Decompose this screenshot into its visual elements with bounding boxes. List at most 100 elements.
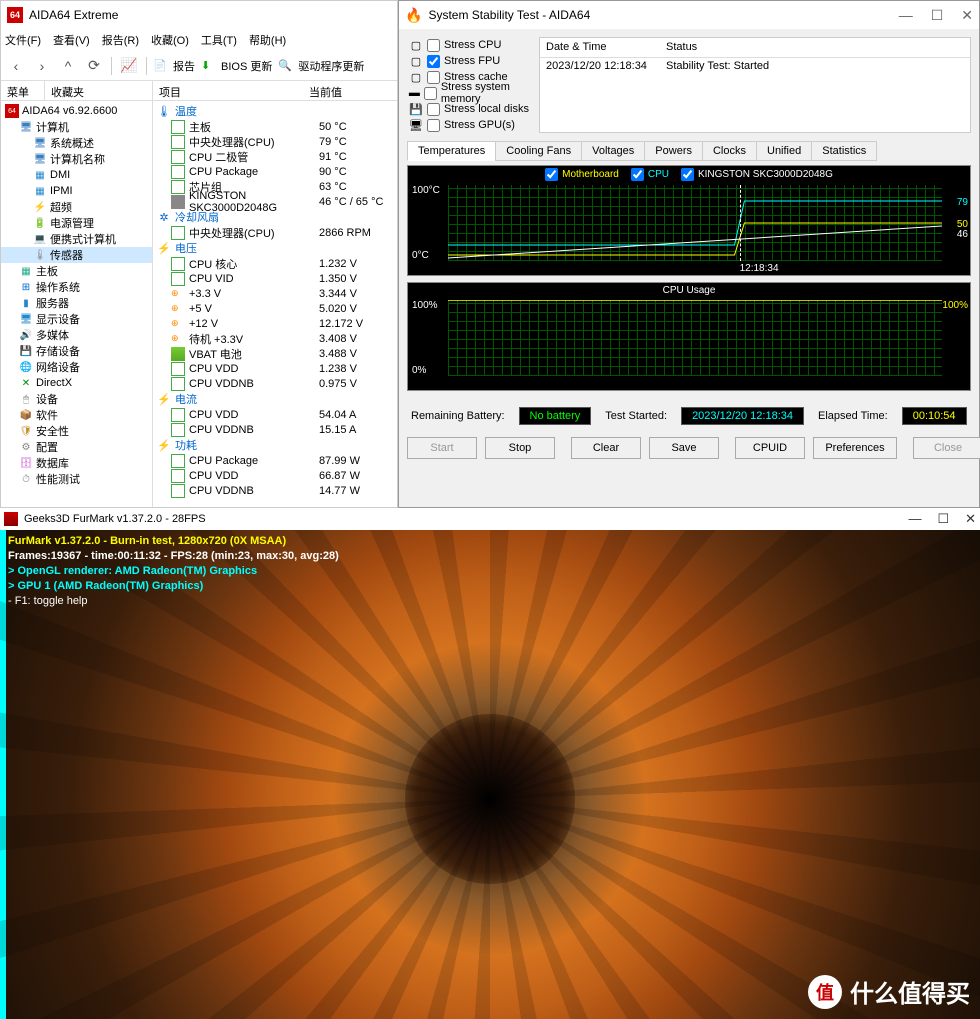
fm-close-button[interactable]: ✕ [965, 511, 976, 527]
tree-net[interactable]: 🌐网络设备 [1, 359, 152, 375]
sensor-row[interactable]: VBAT 电池3.488 V [153, 346, 397, 361]
report-button[interactable]: 报告 [171, 58, 197, 74]
refresh-button[interactable]: ⟳ [83, 55, 105, 77]
sensor-row[interactable]: 中央处理器(CPU)2866 RPM [153, 225, 397, 240]
stress-check-0[interactable]: ▢Stress CPU [407, 37, 533, 53]
tree-computer[interactable]: 🖥计算机 [1, 119, 152, 135]
col-current[interactable]: 当前值 [303, 81, 348, 100]
menu-help[interactable]: 帮助(H) [249, 32, 286, 48]
tree-cfg[interactable]: ⚙配置 [1, 439, 152, 455]
nav-back-button[interactable]: ‹ [5, 55, 27, 77]
sensor-row[interactable]: CPU VDD54.04 A [153, 407, 397, 422]
cpuid-button[interactable]: CPUID [735, 437, 805, 459]
maximize-button[interactable]: ☐ [931, 7, 944, 24]
tree-devices[interactable]: 🖱设备 [1, 391, 152, 407]
stress-checkbox[interactable] [427, 103, 440, 116]
tree-perf[interactable]: ⏱性能测试 [1, 471, 152, 487]
stress-checkbox[interactable] [427, 71, 440, 84]
menu-tools[interactable]: 工具(T) [201, 32, 237, 48]
sidebar-hdr-fav[interactable]: 收藏夹 [45, 81, 90, 100]
tree-power[interactable]: 🔋电源管理 [1, 215, 152, 231]
driver-button[interactable]: 驱动程序更新 [296, 58, 366, 74]
tree-root[interactable]: 64AIDA64 v6.92.6600 [1, 103, 152, 119]
stress-checkbox[interactable] [427, 39, 440, 52]
tab-temperatures[interactable]: Temperatures [407, 141, 496, 161]
tab-fans[interactable]: Cooling Fans [495, 141, 582, 161]
tree-overclock[interactable]: ⚡超频 [1, 199, 152, 215]
tab-voltages[interactable]: Voltages [581, 141, 645, 161]
stress-checkbox[interactable] [424, 87, 437, 100]
tab-statistics[interactable]: Statistics [811, 141, 877, 161]
sst-titlebar[interactable]: 🔥 System Stability Test - AIDA64 — ☐ ✕ [399, 1, 979, 29]
menu-fav[interactable]: 收藏(O) [151, 32, 189, 48]
sensor-row[interactable]: CPU Package87.99 W [153, 453, 397, 468]
sensor-row[interactable]: ⊕待机 +3.3V3.408 V [153, 331, 397, 346]
bios-button[interactable]: BIOS 更新 [219, 58, 274, 74]
fm-maximize-button[interactable]: ☐ [937, 511, 949, 527]
tree-compname[interactable]: 🖥计算机名称 [1, 151, 152, 167]
sensor-row[interactable]: CPU 核心1.232 V [153, 256, 397, 271]
menu-report[interactable]: 报告(R) [102, 32, 139, 48]
close-button[interactable]: ✕ [961, 7, 973, 24]
sidebar-hdr-menu[interactable]: 菜单 [1, 81, 45, 100]
sensor-row[interactable]: ⊕+5 V5.020 V [153, 301, 397, 316]
sensor-row[interactable]: CPU VID1.350 V [153, 271, 397, 286]
preferences-button[interactable]: Preferences [813, 437, 897, 459]
sensor-row[interactable]: CPU VDD66.87 W [153, 468, 397, 483]
stress-check-1[interactable]: ▢Stress FPU [407, 53, 533, 69]
tree-sw[interactable]: 📦软件 [1, 407, 152, 423]
tree-portable[interactable]: 💻便携式计算机 [1, 231, 152, 247]
tree-os[interactable]: ⊞操作系统 [1, 279, 152, 295]
nav-fwd-button[interactable]: › [31, 55, 53, 77]
sensor-row[interactable]: CPU VDDNB0.975 V [153, 376, 397, 391]
tab-unified[interactable]: Unified [756, 141, 812, 161]
tree-sec[interactable]: 🛡安全性 [1, 423, 152, 439]
nav-up-button[interactable]: ^ [57, 55, 79, 77]
sensor-row[interactable]: CPU Package90 °C [153, 164, 397, 179]
stress-checkbox[interactable] [427, 55, 440, 68]
sensor-row[interactable]: 主板50 °C [153, 119, 397, 134]
tree-mm[interactable]: 🔊多媒体 [1, 327, 152, 343]
tree-ipmi[interactable]: ▦IPMI [1, 183, 152, 199]
sensor-row[interactable]: 中央处理器(CPU)79 °C [153, 134, 397, 149]
close-button[interactable]: Close [913, 437, 980, 459]
sensor-row[interactable]: CPU VDDNB15.15 A [153, 422, 397, 437]
sensor-row[interactable]: ⊕+3.3 V3.344 V [153, 286, 397, 301]
start-button[interactable]: Start [407, 437, 477, 459]
sensor-row[interactable]: KINGSTON SKC3000D2048G46 °C / 65 °C [153, 194, 397, 209]
chart-button[interactable]: 📈 [118, 55, 140, 77]
tree-dmi[interactable]: ▦DMI [1, 167, 152, 183]
tree-dx[interactable]: ✕DirectX [1, 375, 152, 391]
stress-check-4[interactable]: 💾Stress local disks [407, 101, 533, 117]
stop-button[interactable]: Stop [485, 437, 555, 459]
sensor-row[interactable]: CPU VDD1.238 V [153, 361, 397, 376]
tree-server[interactable]: ▮服务器 [1, 295, 152, 311]
clear-button[interactable]: Clear [571, 437, 641, 459]
legend-mb-check[interactable] [545, 168, 558, 181]
furmark-titlebar[interactable]: Geeks3D FurMark v1.37.2.0 - 28FPS — ☐ ✕ [0, 508, 980, 530]
fm-renderer-line: > OpenGL renderer: AMD Radeon(TM) Graphi… [8, 564, 339, 579]
tree-mb[interactable]: ▦主板 [1, 263, 152, 279]
tree-sensor[interactable]: 🌡传感器 [1, 247, 152, 263]
stress-checkbox[interactable] [427, 119, 440, 132]
legend-ssd-check[interactable] [681, 168, 694, 181]
col-item[interactable]: 项目 [153, 81, 303, 100]
aida64-titlebar[interactable]: 64 AIDA64 Extreme [1, 1, 397, 29]
menu-file[interactable]: 文件(F) [5, 32, 41, 48]
stress-check-3[interactable]: ▬Stress system memory [407, 85, 533, 101]
stress-check-5[interactable]: 🖥Stress GPU(s) [407, 117, 533, 133]
sensor-row[interactable]: ⊕+12 V12.172 V [153, 316, 397, 331]
fm-minimize-button[interactable]: — [908, 511, 921, 527]
minimize-button[interactable]: — [899, 7, 913, 24]
legend-cpu-check[interactable] [631, 168, 644, 181]
tab-powers[interactable]: Powers [644, 141, 703, 161]
tree-db[interactable]: 🗄数据库 [1, 455, 152, 471]
sensor-row[interactable]: CPU VDDNB14.77 W [153, 483, 397, 498]
sensor-row[interactable]: CPU 二极管91 °C [153, 149, 397, 164]
menu-view[interactable]: 查看(V) [53, 32, 90, 48]
save-button[interactable]: Save [649, 437, 719, 459]
tree-storage[interactable]: 💾存储设备 [1, 343, 152, 359]
tab-clocks[interactable]: Clocks [702, 141, 757, 161]
tree-display[interactable]: 🖥显示设备 [1, 311, 152, 327]
tree-sysoverview[interactable]: 🖥系统概述 [1, 135, 152, 151]
